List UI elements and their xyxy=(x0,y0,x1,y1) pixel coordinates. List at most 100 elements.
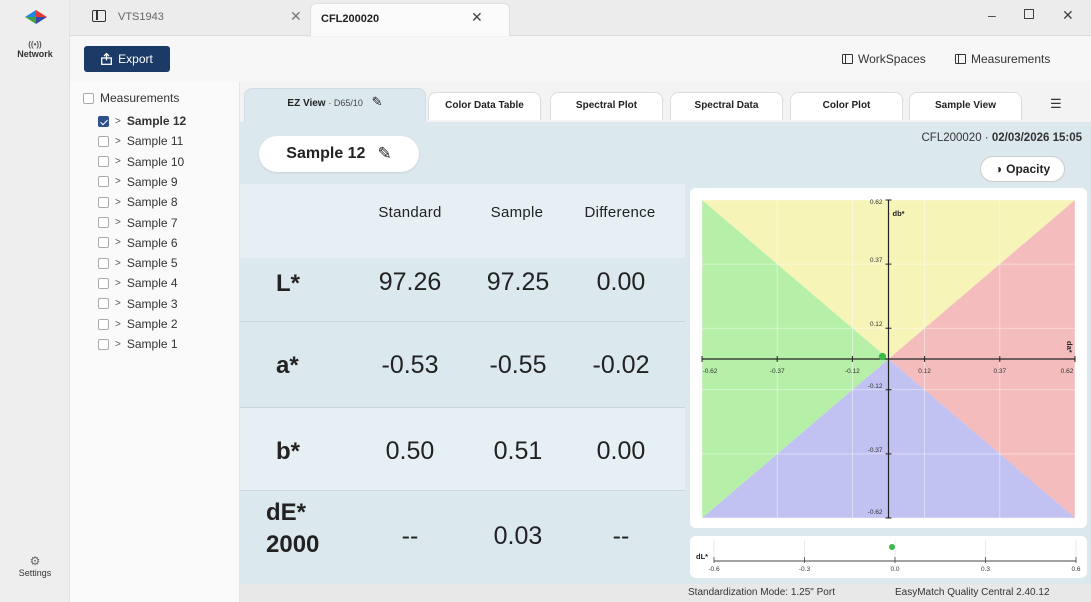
tree-item-label: Sample 4 xyxy=(126,276,178,291)
checkbox[interactable] xyxy=(98,135,109,147)
tree-item-sample[interactable]: > Sample 9 xyxy=(98,175,178,189)
measurements-button[interactable]: Measurements xyxy=(955,52,1050,66)
tab-ez-view-label: EZ View xyxy=(287,98,326,109)
tab-cfl200020[interactable]: CFL200020 ✕ xyxy=(310,3,510,36)
checkbox[interactable] xyxy=(98,257,109,269)
stamp-id: CFL200020 · xyxy=(921,132,992,144)
checkbox[interactable] xyxy=(98,277,109,289)
chevron-right-icon[interactable]: > xyxy=(115,258,121,269)
measurements-label: Measurements xyxy=(971,52,1051,66)
tab-overflow-menu-icon[interactable]: ☰ xyxy=(1050,96,1062,112)
tab-label: VTS1943 xyxy=(118,11,164,23)
dadb-chart: -0.62 -0.37 -0.12 0.12 0.37 0.62 0.62 0.37 0.12 -… xyxy=(701,199,1076,519)
workspaces-button[interactable]: WorkSpaces xyxy=(842,52,926,66)
tab-vts1943[interactable]: VTS1943 ✕ xyxy=(80,0,330,36)
tree-item-sample[interactable]: > Sample 5 xyxy=(98,256,178,270)
network-icon: ((•)) xyxy=(28,40,42,49)
tree-item-label: Sample 10 xyxy=(126,154,185,169)
tab-ez-view[interactable]: EZ View · D65/10 ✎ xyxy=(244,88,426,122)
row-separator xyxy=(240,407,685,408)
checkbox[interactable] xyxy=(98,176,109,188)
tab-ez-view-illuminant: · D65/10 xyxy=(328,98,363,108)
x-tick-label: -0.37 xyxy=(770,368,785,375)
opacity-icon: ◑ xyxy=(994,162,1003,176)
dl-tick-label: 0.6 xyxy=(1071,566,1080,573)
tab-color-data-table[interactable]: Color Data Table xyxy=(428,92,541,120)
cell-difference: -- xyxy=(612,522,630,550)
tree-root-measurements[interactable]: Measurements xyxy=(83,91,179,105)
measurements-tree: Measurements > Sample 12 > Sample 11 > Sample… xyxy=(70,82,240,602)
close-tab-icon[interactable]: ✕ xyxy=(471,9,483,26)
network-nav-item[interactable]: ((•)) Network xyxy=(8,40,62,59)
chevron-right-icon[interactable]: > xyxy=(115,156,121,167)
dl-tick-label: 0.3 xyxy=(981,566,990,573)
dl-tick-label: 0.0 xyxy=(890,566,899,573)
tree-item-sample[interactable]: > Sample 6 xyxy=(98,236,178,250)
tree-item-label: Sample 2 xyxy=(126,317,178,331)
x-tick-label: -0.62 xyxy=(703,368,718,375)
pencil-icon[interactable]: ✎ xyxy=(372,94,383,109)
gear-icon: ⚙ xyxy=(29,554,41,568)
checkbox[interactable] xyxy=(98,196,109,208)
chevron-right-icon[interactable]: > xyxy=(115,136,121,147)
tree-item-sample[interactable]: > Sample 12 xyxy=(98,114,186,128)
tree-item-sample[interactable]: > Sample 10 xyxy=(98,155,184,169)
sample-point[interactable] xyxy=(878,352,887,361)
chevron-right-icon[interactable]: > xyxy=(115,176,121,187)
cell-sample: 0.51 xyxy=(493,437,543,465)
close-tab-icon[interactable]: ✕ xyxy=(290,8,302,25)
tree-item-label: Sample 3 xyxy=(126,296,178,311)
minimize-icon[interactable]: – xyxy=(988,7,996,23)
chevron-right-icon[interactable]: > xyxy=(115,319,121,330)
cell-standard: -0.53 xyxy=(381,351,439,379)
sidebar-toggle-icon[interactable] xyxy=(92,10,106,22)
window-close-icon[interactable]: ✕ xyxy=(1062,7,1074,24)
checkbox[interactable] xyxy=(98,156,109,168)
export-button[interactable]: Export xyxy=(84,46,170,72)
maximize-icon[interactable] xyxy=(1024,9,1034,19)
sample-name-button[interactable]: Sample 12 ✎ xyxy=(259,136,419,172)
dl-chart: -0.6 -0.3 0.0 0.3 0.6 dL* xyxy=(696,540,1081,573)
tree-item-sample[interactable]: > Sample 1 xyxy=(98,337,178,351)
dl-sample-point[interactable] xyxy=(888,544,895,550)
tab-color-plot[interactable]: Color Plot xyxy=(790,92,903,120)
tree-item-sample[interactable]: > Sample 4 xyxy=(98,276,178,290)
tab-sample-view[interactable]: Sample View xyxy=(909,92,1022,120)
export-icon xyxy=(101,53,113,65)
tree-item-sample[interactable]: > Sample 11 xyxy=(98,134,183,148)
panel-icon xyxy=(955,54,966,64)
checkbox[interactable] xyxy=(98,237,109,249)
tree-item-sample[interactable]: > Sample 2 xyxy=(98,317,178,331)
opacity-button[interactable]: ◑ Opacity xyxy=(980,156,1065,182)
chevron-right-icon[interactable]: > xyxy=(115,116,121,127)
checkbox[interactable] xyxy=(98,318,109,330)
settings-nav-item[interactable]: ⚙ Settings xyxy=(8,554,62,578)
standardization-mode: Standardization Mode: 1.25" Port xyxy=(688,587,835,598)
color-difference-table: Standard Sample Difference L* 97.26 97.2… xyxy=(240,184,685,584)
chevron-right-icon[interactable]: > xyxy=(115,278,121,289)
cell-sample: 0.03 xyxy=(493,522,543,550)
tree-item-sample[interactable]: > Sample 8 xyxy=(98,195,178,209)
tree-root-label: Measurements xyxy=(100,91,180,105)
tab-label: Spectral Plot xyxy=(575,100,638,111)
checkbox[interactable] xyxy=(98,115,109,127)
tree-item-sample[interactable]: > Sample 7 xyxy=(98,216,178,230)
chevron-right-icon[interactable]: > xyxy=(115,339,121,350)
checkbox[interactable] xyxy=(83,92,94,104)
chevron-right-icon[interactable]: > xyxy=(115,237,121,248)
export-label: Export xyxy=(118,52,153,66)
dadb-chart-card: -0.62 -0.37 -0.12 0.12 0.37 0.62 0.62 0.37 0.12 -… xyxy=(690,188,1087,528)
ez-view-panel: Sample 12 ✎ CFL200020 · 02/03/2026 15:05… xyxy=(240,122,1091,584)
chevron-right-icon[interactable]: > xyxy=(115,217,121,228)
tree-item-sample[interactable]: > Sample 3 xyxy=(98,297,178,311)
checkbox[interactable] xyxy=(98,217,109,228)
tab-spectral-plot[interactable]: Spectral Plot xyxy=(550,92,663,120)
cell-difference: 0.00 xyxy=(596,268,646,296)
checkbox[interactable] xyxy=(98,298,109,310)
checkbox[interactable] xyxy=(98,338,109,350)
chevron-right-icon[interactable]: > xyxy=(115,197,121,208)
pencil-icon[interactable]: ✎ xyxy=(377,144,391,164)
tab-spectral-data[interactable]: Spectral Data xyxy=(670,92,783,120)
chevron-right-icon[interactable]: > xyxy=(115,298,121,309)
cell-sample: -0.55 xyxy=(489,351,547,379)
